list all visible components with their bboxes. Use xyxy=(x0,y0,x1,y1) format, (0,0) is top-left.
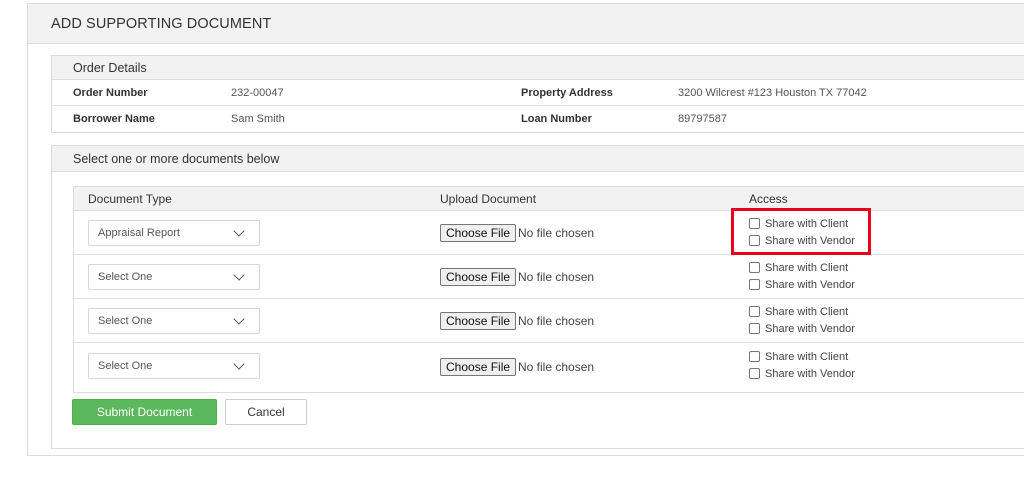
page-header: ADD SUPPORTING DOCUMENT xyxy=(28,4,1024,44)
borrower-name-value: Sam Smith xyxy=(231,113,285,125)
order-details-heading: Order Details xyxy=(52,56,1024,80)
order-details-row-2: Borrower Name Sam Smith Loan Number 8979… xyxy=(52,106,1024,132)
document-type-select[interactable]: Select One xyxy=(88,353,260,379)
document-type-select[interactable]: Select One xyxy=(88,264,260,290)
choose-file-button[interactable]: Choose File xyxy=(440,268,517,286)
order-number-value: 232-00047 xyxy=(231,86,284,99)
order-details-row-1: Order Number 232-00047 Property Address … xyxy=(52,80,1024,106)
documents-heading: Select one or more documents below xyxy=(52,146,1024,172)
document-type-value: Select One xyxy=(98,315,153,327)
share-with-vendor-checkbox[interactable] xyxy=(749,323,760,334)
add-document-card: ADD SUPPORTING DOCUMENT Order Details Or… xyxy=(27,3,1024,456)
share-with-vendor-option[interactable]: Share with Vendor xyxy=(749,320,855,337)
access-options: Share with Client Share with Vendor xyxy=(749,215,855,249)
property-address-label: Property Address xyxy=(521,86,613,99)
share-with-client-checkbox[interactable] xyxy=(749,351,760,362)
column-header-upload-document: Upload Document xyxy=(440,192,537,206)
document-type-select[interactable]: Appraisal Report xyxy=(88,220,260,246)
share-with-vendor-label: Share with Vendor xyxy=(765,322,855,335)
page-title: ADD SUPPORTING DOCUMENT xyxy=(51,15,272,32)
access-options: Share with Client Share with Vendor xyxy=(749,348,855,382)
file-status-text: No file chosen xyxy=(518,226,595,240)
share-with-vendor-checkbox[interactable] xyxy=(749,279,760,290)
chevron-down-icon xyxy=(233,313,245,325)
cancel-button[interactable]: Cancel xyxy=(225,399,307,425)
share-with-client-option[interactable]: Share with Client xyxy=(749,215,855,232)
share-with-vendor-label: Share with Vendor xyxy=(765,234,855,247)
access-options: Share with Client Share with Vendor xyxy=(749,259,855,293)
loan-number-value: 89797587 xyxy=(678,113,727,125)
share-with-client-checkbox[interactable] xyxy=(749,306,760,317)
borrower-name-label: Borrower Name xyxy=(73,113,155,125)
share-with-vendor-option[interactable]: Share with Vendor xyxy=(749,276,855,293)
document-row: Select One Choose File No file chosen Sh… xyxy=(74,343,1024,392)
file-status-text: No file chosen xyxy=(518,314,595,328)
column-header-document-type: Document Type xyxy=(88,192,172,206)
share-with-vendor-checkbox[interactable] xyxy=(749,368,760,379)
document-type-select[interactable]: Select One xyxy=(88,308,260,334)
submit-document-button[interactable]: Submit Document xyxy=(72,399,217,425)
share-with-client-checkbox[interactable] xyxy=(749,218,760,229)
file-status-text: No file chosen xyxy=(518,270,595,284)
document-type-value: Select One xyxy=(98,360,153,372)
share-with-vendor-label: Share with Vendor xyxy=(765,367,855,380)
share-with-vendor-option[interactable]: Share with Vendor xyxy=(749,232,855,249)
document-row: Select One Choose File No file chosen Sh… xyxy=(74,299,1024,343)
document-type-value: Select One xyxy=(98,271,153,283)
document-type-value: Appraisal Report xyxy=(98,227,180,239)
document-row: Select One Choose File No file chosen Sh… xyxy=(74,255,1024,299)
share-with-vendor-label: Share with Vendor xyxy=(765,278,855,291)
share-with-vendor-option[interactable]: Share with Vendor xyxy=(749,365,855,382)
loan-number-label: Loan Number xyxy=(521,113,592,125)
chevron-down-icon xyxy=(233,225,245,237)
document-row: Appraisal Report Choose File No file cho… xyxy=(74,211,1024,255)
share-with-client-option[interactable]: Share with Client xyxy=(749,348,855,365)
choose-file-button[interactable]: Choose File xyxy=(440,312,517,330)
chevron-down-icon xyxy=(233,358,245,370)
share-with-client-label: Share with Client xyxy=(765,305,849,318)
order-details-panel: Order Details Order Number 232-00047 Pro… xyxy=(51,55,1024,133)
order-number-label: Order Number xyxy=(73,86,148,99)
share-with-client-option[interactable]: Share with Client xyxy=(749,259,855,276)
share-with-client-checkbox[interactable] xyxy=(749,262,760,273)
column-header-access: Access xyxy=(749,192,788,206)
documents-table-header: Document Type Upload Document Access xyxy=(74,187,1024,211)
choose-file-button[interactable]: Choose File xyxy=(440,358,517,376)
share-with-client-option[interactable]: Share with Client xyxy=(749,303,855,320)
share-with-vendor-checkbox[interactable] xyxy=(749,235,760,246)
chevron-down-icon xyxy=(233,269,245,281)
share-with-client-label: Share with Client xyxy=(765,261,849,274)
property-address-value: 3200 Wilcrest #123 Houston TX 77042 xyxy=(678,86,867,99)
share-with-client-label: Share with Client xyxy=(765,217,849,230)
share-with-client-label: Share with Client xyxy=(765,350,849,363)
file-status-text: No file chosen xyxy=(518,360,595,374)
choose-file-button[interactable]: Choose File xyxy=(440,224,517,242)
documents-table: Document Type Upload Document Access App… xyxy=(73,186,1024,393)
access-options: Share with Client Share with Vendor xyxy=(749,303,855,337)
